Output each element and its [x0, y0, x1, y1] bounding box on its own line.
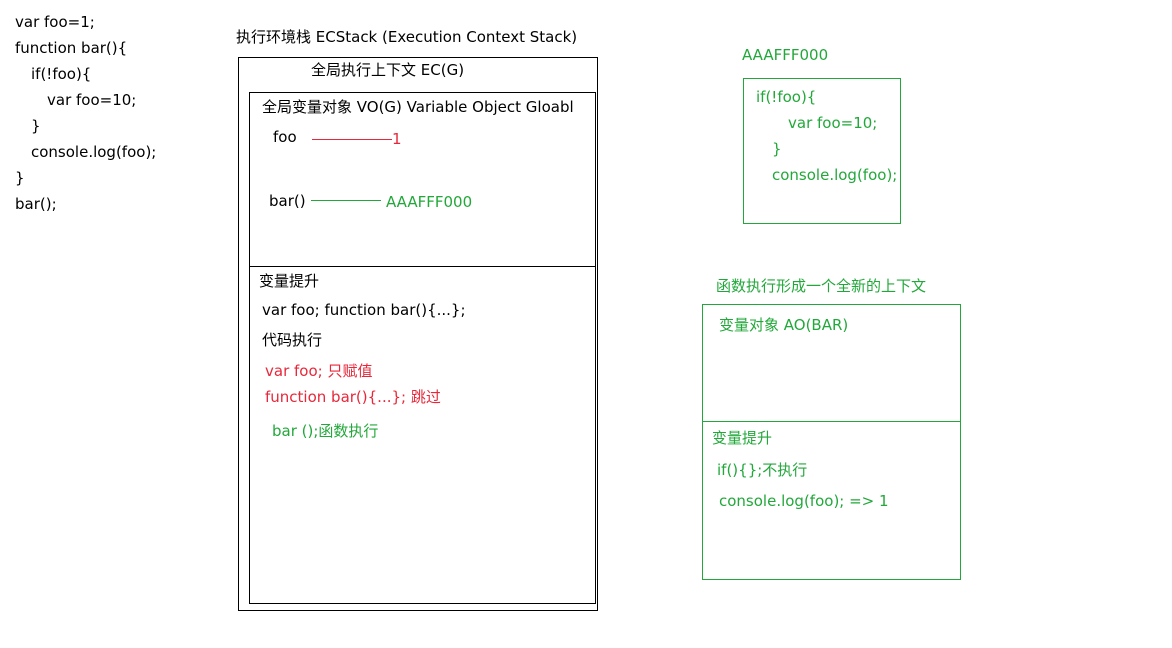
exec-line: var foo; 只赋值 — [265, 362, 373, 380]
fn-context-caption: 函数执行形成一个全新的上下文 — [716, 277, 927, 295]
section-divider — [250, 266, 595, 267]
code-line: var foo=1; — [15, 13, 95, 31]
exec-line: function bar(){...}; 跳过 — [265, 388, 441, 406]
code-line: } — [31, 117, 41, 135]
ao-title: 变量对象 AO(BAR) — [719, 316, 849, 334]
heap-address: AAAFFF000 — [742, 46, 829, 64]
code-line: } — [15, 169, 25, 187]
bar-pointer-line — [311, 200, 381, 201]
vo-bar-name: bar() — [269, 192, 306, 210]
heap-line: var foo=10; — [788, 114, 878, 132]
foo-pointer-line — [312, 139, 392, 140]
code-line: bar(); — [15, 195, 57, 213]
ec-g-title: 全局执行上下文 EC(G) — [311, 61, 465, 79]
ecstack-title: 执行环境栈 ECStack (Execution Context Stack) — [236, 28, 578, 46]
exec-line: bar ();函数执行 — [272, 422, 379, 440]
exec-title: 代码执行 — [262, 331, 323, 349]
ecstack-box: 全局执行上下文 EC(G) 全局变量对象 VO(G) Variable Obje… — [238, 57, 598, 611]
vo-bar-value: AAAFFF000 — [386, 193, 473, 211]
ec-g-box: 全局变量对象 VO(G) Variable Object Gloabl foo … — [249, 92, 596, 604]
code-line: var foo=10; — [47, 91, 137, 109]
hoisting-title: 变量提升 — [259, 272, 320, 290]
heap-line: } — [772, 140, 782, 158]
heap-line: if(!foo){ — [756, 88, 817, 106]
fn-line: if(){};不执行 — [717, 461, 808, 479]
code-line: function bar(){ — [15, 39, 128, 57]
fn-line: console.log(foo); => 1 — [719, 492, 889, 510]
section-divider — [703, 421, 960, 422]
vo-title: 全局变量对象 VO(G) Variable Object Gloabl — [262, 98, 574, 116]
fn-context-box: 变量对象 AO(BAR) 变量提升 if(){};不执行 console.log… — [702, 304, 961, 580]
code-line: console.log(foo); — [31, 143, 157, 161]
code-line: if(!foo){ — [31, 65, 92, 83]
fn-hoisting-title: 变量提升 — [712, 429, 773, 447]
vo-foo-name: foo — [273, 128, 297, 146]
vo-foo-value: 1 — [392, 130, 402, 148]
heap-line: console.log(foo); — [772, 166, 898, 184]
hoisting-decl: var foo; function bar(){...}; — [262, 301, 466, 319]
heap-box: if(!foo){ var foo=10; } console.log(foo)… — [743, 78, 901, 224]
